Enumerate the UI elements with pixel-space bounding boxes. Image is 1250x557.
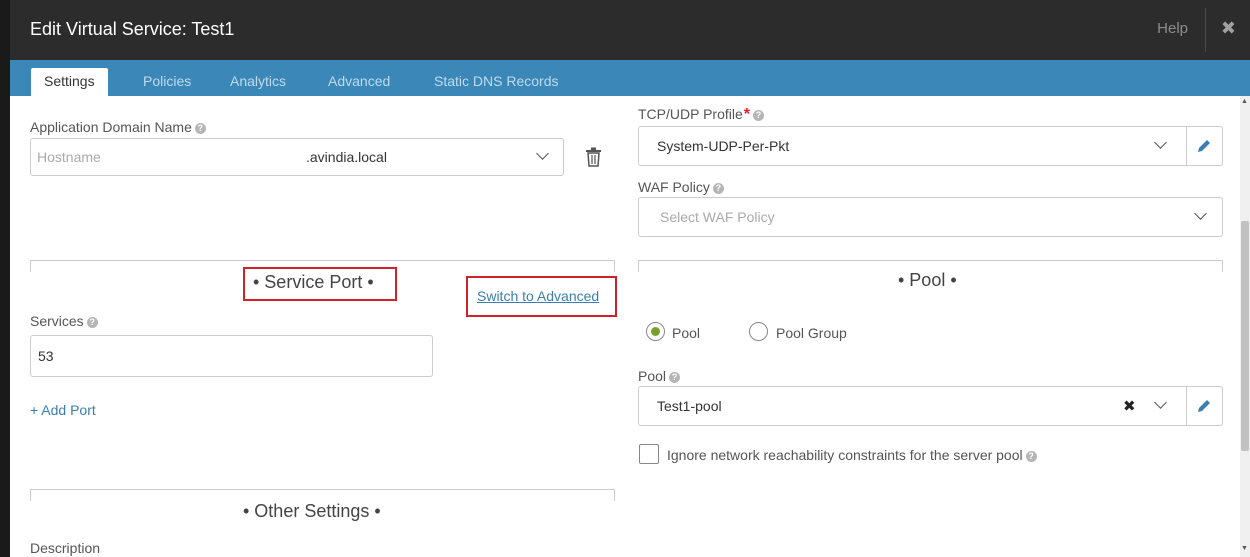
required-marker: * — [743, 106, 751, 123]
pool-group-radio-label: Pool Group — [776, 325, 847, 341]
scroll-up-icon[interactable]: ▲ — [1241, 98, 1248, 105]
app-domain-label: Application Domain Name? — [30, 119, 206, 135]
pool-group-radio[interactable] — [749, 322, 768, 341]
edit-pencil-icon[interactable] — [1196, 138, 1212, 154]
pool-radio-label: Pool — [672, 325, 701, 341]
tab-bar: Settings Policies Analytics Advanced Sta… — [10, 60, 1250, 96]
waf-policy-label: WAF Policy? — [638, 179, 724, 195]
pool-section-title: • Pool • — [898, 270, 957, 290]
pool-value: Test1-pool — [657, 398, 722, 414]
chevron-down-icon[interactable] — [1154, 396, 1167, 409]
tcp-udp-profile-label: TCP/UDP Profile*? — [638, 106, 765, 124]
switch-to-advanced-link[interactable]: Switch to Advanced — [477, 288, 599, 304]
other-settings-divider — [30, 489, 615, 501]
tab-settings[interactable]: Settings — [31, 68, 108, 96]
add-port-link[interactable]: + Add Port — [30, 402, 96, 418]
help-icon[interactable]: ? — [86, 317, 98, 328]
help-icon[interactable]: ? — [669, 372, 681, 383]
window-edge — [0, 0, 10, 557]
description-label: Description — [30, 540, 101, 556]
tab-policies[interactable]: Policies — [143, 68, 191, 96]
help-button[interactable]: Help — [1157, 20, 1188, 37]
waf-policy-select[interactable]: Select WAF Policy — [638, 197, 1223, 237]
clear-icon[interactable]: ✖ — [1123, 397, 1136, 415]
chevron-down-icon[interactable] — [536, 147, 549, 160]
tab-analytics[interactable]: Analytics — [230, 68, 286, 96]
help-icon[interactable]: ? — [712, 183, 724, 194]
close-icon[interactable]: ✖ — [1221, 18, 1236, 39]
help-icon[interactable]: ? — [194, 123, 206, 134]
title-separator — [1205, 8, 1206, 52]
pool-radio[interactable] — [646, 322, 665, 341]
services-input[interactable]: 53 — [30, 335, 433, 377]
app-domain-field[interactable]: Hostname .avindia.local — [30, 138, 564, 176]
scroll-down-icon[interactable]: ▼ — [1241, 545, 1248, 552]
pool-select[interactable]: Test1-pool ✖ — [638, 386, 1223, 426]
field-separator — [1186, 127, 1187, 165]
help-icon[interactable]: ? — [753, 110, 765, 121]
edit-pencil-icon[interactable] — [1196, 398, 1212, 414]
chevron-down-icon[interactable] — [1154, 136, 1167, 149]
services-value: 53 — [38, 348, 54, 364]
tab-advanced[interactable]: Advanced — [328, 68, 390, 96]
dialog-title-bar: Edit Virtual Service: Test1 Help ✖ — [10, 0, 1250, 60]
waf-policy-placeholder: Select WAF Policy — [660, 209, 775, 225]
chevron-down-icon[interactable] — [1194, 207, 1207, 220]
pool-label: Pool? — [638, 368, 681, 384]
help-icon[interactable]: ? — [1025, 451, 1037, 462]
dialog-title: Edit Virtual Service: Test1 — [30, 19, 235, 39]
service-port-title: • Service Port • — [253, 272, 374, 292]
other-settings-title: • Other Settings • — [243, 501, 381, 521]
ignore-reachability-checkbox[interactable] — [639, 444, 659, 464]
tab-static-dns-records[interactable]: Static DNS Records — [434, 68, 558, 96]
domain-suffix: .avindia.local — [306, 149, 387, 165]
ignore-reachability-label: Ignore network reachability constraints … — [667, 447, 1037, 463]
tcp-udp-profile-select[interactable]: System-UDP-Per-Pkt — [638, 126, 1223, 166]
scrollbar-thumb[interactable] — [1241, 221, 1249, 451]
services-label: Services? — [30, 313, 98, 329]
hostname-input[interactable]: Hostname — [37, 149, 101, 165]
vertical-scrollbar[interactable] — [1240, 96, 1250, 557]
field-separator — [1186, 387, 1187, 425]
tcp-udp-profile-value: System-UDP-Per-Pkt — [657, 138, 790, 154]
trash-icon[interactable] — [585, 147, 602, 167]
